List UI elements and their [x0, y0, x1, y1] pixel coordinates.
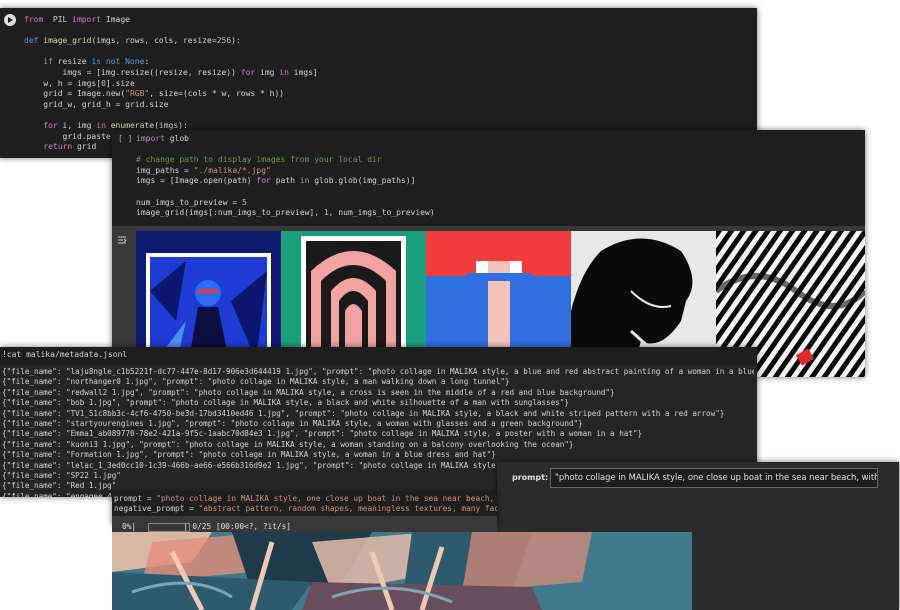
progress-bar-track	[148, 523, 190, 532]
metadata-line: {"file_name": "laju8ngle_c1b5221f-dc77-4…	[2, 367, 754, 376]
code-token: (imgs):	[154, 120, 188, 130]
code-line: prompt = "photo collage in MALIKA style,…	[114, 494, 497, 504]
code-token: prompt =	[114, 494, 157, 503]
cell-command[interactable]: !cat malika/metadata.jsonl	[2, 350, 127, 361]
output-toggle-icon[interactable]	[117, 230, 127, 244]
metadata-line: {"file_name": "Formation 1.jpg", "prompt…	[2, 450, 496, 460]
run-cell-button[interactable]	[4, 14, 16, 26]
code-token: imgs]	[288, 67, 318, 77]
metadata-line: {"file_name": "Emma1_ab089770-78e2-421a-…	[2, 429, 643, 439]
code-token: "./malika/*.jpg"	[193, 165, 271, 175]
code-token: "abstract pattern, random shapes, meanin…	[198, 504, 498, 514]
code-editor[interactable]: import glob # change path to display ima…	[136, 134, 435, 219]
code-token: :	[144, 57, 150, 67]
code-line: if resize is not None:	[24, 57, 318, 68]
code-token: for	[240, 67, 256, 77]
code-token: for	[43, 120, 58, 130]
code-line: imgs = [Image.open(path) for path in glo…	[136, 176, 435, 187]
code-token: grid	[72, 142, 97, 152]
code-token: in	[279, 67, 289, 77]
code-line: num_imgs_to_preview = 5	[136, 198, 435, 209]
metadata-line: {"file_name": "startyourengines 1.jpg", …	[2, 419, 583, 429]
code-line: grid = Image.new("RGB", size=(cols * w, …	[24, 89, 318, 100]
metadata-line: {"file_name": "redwall2 1.jpg", "prompt"…	[2, 387, 615, 397]
code-token: ].size	[105, 78, 135, 88]
code-line: from PIL import Image	[24, 15, 318, 26]
code-token: "photo collage in MALIKA style, one clos…	[156, 494, 497, 503]
code-token: in	[96, 120, 106, 130]
metadata-line: {"file_name": "TV1_51c8bb3c-4cf6-4750-be…	[2, 408, 725, 418]
code-token: imgs = [Image.open(path)	[136, 176, 257, 186]
code-token: grid.paste(i	[24, 131, 121, 141]
code-token: negative_prompt =	[114, 504, 199, 514]
code-token: in	[299, 176, 310, 186]
code-token: import	[136, 134, 165, 143]
code-token: ):	[231, 36, 241, 46]
code-token: import	[72, 15, 102, 24]
code-token: Image	[101, 15, 130, 24]
code-line: imgs = [img.resize((resize, resize)) for…	[24, 68, 318, 79]
code-token: image_grid	[43, 36, 92, 46]
code-token: # change path to display images from you…	[136, 155, 382, 165]
code-token: 5	[241, 197, 247, 207]
code-token: i, img	[57, 120, 97, 130]
code-token: grid = Image.new(	[24, 89, 126, 99]
code-token: if	[43, 57, 53, 67]
code-token: glob.glob(img_paths)]	[309, 176, 416, 186]
code-token: path	[270, 176, 300, 186]
code-line: import glob	[136, 134, 435, 145]
code-token: PIL	[43, 15, 73, 24]
code-token: None	[125, 57, 145, 67]
code-token: from	[24, 15, 44, 24]
code-token: img_paths =	[136, 165, 194, 175]
code-token: (imgs, rows, cols, resize=	[91, 36, 217, 46]
generated-image	[112, 532, 692, 610]
code-token: return	[43, 142, 73, 152]
code-line: negative_prompt = "abstract pattern, ran…	[114, 504, 497, 514]
code-token: , num_imgs_to_preview)	[328, 208, 435, 218]
code-token: image_grid(imgs[:num_imgs_to_preview],	[136, 208, 324, 218]
code-token: is not	[91, 57, 121, 67]
code-token: w, h = imgs[	[24, 78, 102, 88]
code-line: img_paths = "./malika/*.jpg"	[136, 166, 435, 177]
code-token: img	[255, 67, 280, 77]
cell-execution-count: [ ]	[118, 134, 133, 143]
prompt-field-label: prompt:	[512, 473, 549, 482]
code-line: def image_grid(imgs, rows, cols, resize=…	[24, 36, 318, 47]
code-token: num_imgs_to_preview =	[136, 197, 242, 207]
metadata-line: {"file_name": "northanger0 1.jpg", "prom…	[2, 377, 510, 387]
code-line: # change path to display images from you…	[136, 155, 435, 166]
code-token: enumerate	[110, 120, 155, 130]
code-token: def	[24, 36, 39, 46]
pipeline-output-area: 0%| | 0/25 [00:00<?, ?it/s]	[112, 516, 692, 610]
code-line: grid_w, grid_h = grid.size	[24, 100, 318, 111]
prompt-input[interactable]: "photo collage in MALIKA style, one clos…	[550, 468, 878, 488]
metadata-line: {"file_name": "bob 1.jpg", "prompt": "ph…	[2, 398, 569, 408]
code-token: for	[256, 176, 271, 186]
code-line: w, h = imgs[0].size	[24, 79, 318, 90]
code-token: "RGB"	[125, 89, 150, 99]
code-token: , size=(cols * w, rows * h))	[149, 89, 285, 99]
metadata-line: {"file_name": "kuoni3 1.jpg", "prompt": …	[2, 439, 574, 449]
code-token: imgs = [img.resize((resize, resize))	[24, 67, 241, 77]
code-token: resize	[52, 57, 92, 67]
code-token: glob	[164, 134, 189, 143]
code-token: 256	[216, 36, 232, 46]
prompt-input-value: "photo collage in MALIKA style, one clos…	[555, 472, 878, 482]
code-line: image_grid(imgs[:num_imgs_to_preview], 1…	[136, 208, 435, 219]
code-token: grid_w, grid_h = grid.size	[24, 99, 169, 109]
